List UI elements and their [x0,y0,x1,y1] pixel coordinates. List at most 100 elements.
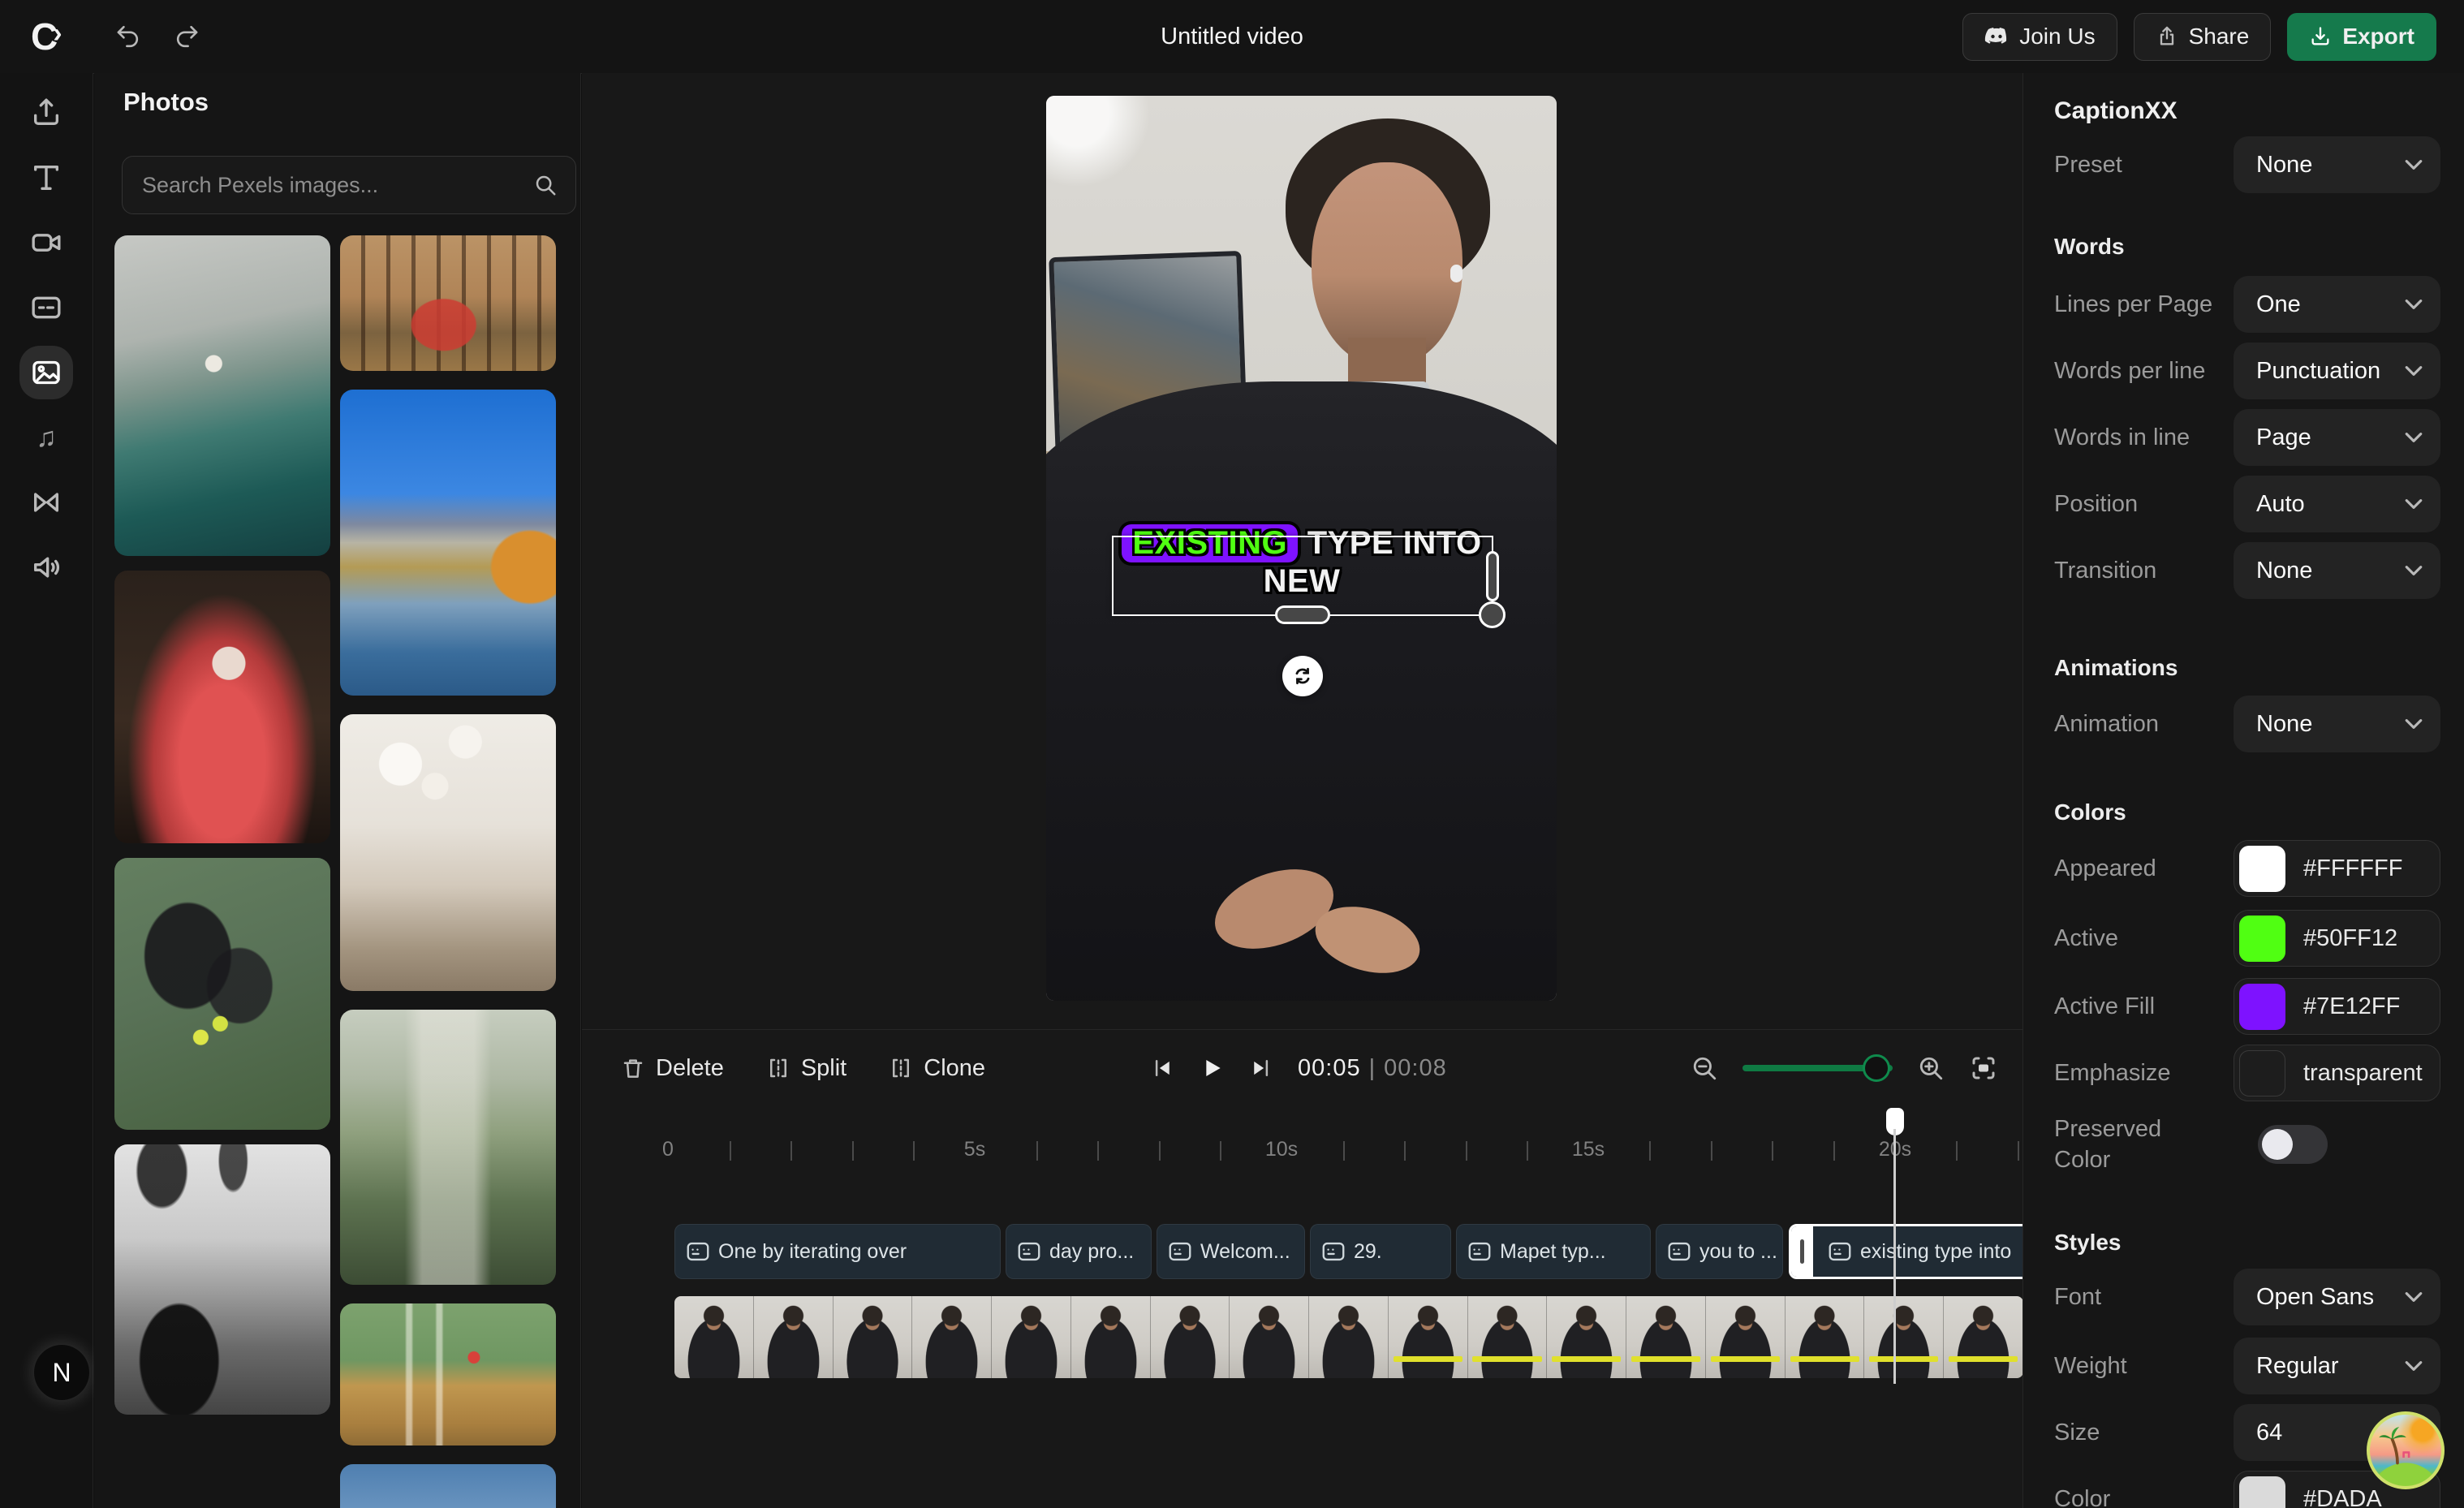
ruler-tick [2018,1141,2019,1161]
weight-dropdown[interactable]: Regular [2234,1338,2440,1394]
photo-thumbnail[interactable] [340,235,556,371]
caption-clip[interactable]: 29. [1310,1224,1451,1279]
caption-clip[interactable]: Welcom... [1157,1224,1305,1279]
photo-thumbnail[interactable] [114,858,330,1130]
words-per-line-dropdown[interactable]: Punctuation [2234,343,2440,399]
active-color-swatch[interactable] [2239,916,2285,962]
photos-panel: Photos [94,73,581,1508]
rail-item-music[interactable]: ♫ [28,420,64,455]
caption-clip-label: day pro... [1049,1240,1134,1264]
caption-clip-selected[interactable]: existing type into [1789,1224,2022,1279]
photo-thumbnail[interactable] [114,235,330,556]
photo-thumbnail[interactable] [340,1464,556,1508]
lines-per-page-dropdown[interactable]: One [2234,276,2440,333]
resize-handle-corner[interactable] [1479,601,1506,628]
timeline-zoom-slider[interactable] [1742,1065,1893,1071]
zoom-out-button[interactable] [1691,1054,1718,1082]
trim-handle-left[interactable] [1791,1226,1813,1277]
video-track-filmstrip[interactable] [674,1296,2022,1378]
caption-clip-icon [1169,1242,1191,1261]
photo-thumbnail[interactable] [340,1010,556,1285]
music-icon: ♫ [36,424,57,451]
preset-dropdown[interactable]: None [2234,136,2440,193]
photo-thumbnail[interactable] [340,714,556,991]
video-preview[interactable]: EXISTING TYPE INTO NEW [1046,96,1557,1001]
caption-clip[interactable]: you to ... [1656,1224,1783,1279]
resize-handle-right[interactable] [1486,551,1499,601]
active-color-label: Active [2054,925,2118,952]
position-dropdown[interactable]: Auto [2234,476,2440,532]
active-fill-color-picker[interactable]: #7E12FF [2234,978,2440,1035]
rail-item-upload[interactable] [28,95,64,131]
photo-thumbnail[interactable] [114,1144,330,1415]
photo-thumbnail[interactable] [114,571,330,843]
captions-icon [30,291,62,324]
animation-label: Animation [2054,711,2159,738]
zoom-in-button[interactable] [1917,1054,1945,1082]
caption-clip[interactable]: day pro... [1006,1224,1152,1279]
search-box[interactable] [122,156,576,214]
active-color-picker[interactable]: #50FF12 [2234,910,2440,967]
rail-item-video[interactable] [28,225,64,261]
photo-thumbnail[interactable] [340,390,556,696]
words-in-line-dropdown[interactable]: Page [2234,409,2440,466]
skip-end-button[interactable] [1249,1056,1273,1080]
island-sticker[interactable] [2367,1411,2445,1489]
transition-icon [30,486,62,519]
chevron-down-icon [2405,718,2423,730]
ruler-tick [790,1141,792,1161]
rotate-handle[interactable] [1282,656,1323,696]
preserved-color-toggle[interactable] [2258,1125,2328,1164]
colors-section-header: Colors [2054,799,2126,825]
font-dropdown[interactable]: Open Sans [2234,1269,2440,1325]
caption-clip[interactable]: Mapet typ... [1456,1224,1651,1279]
filmstrip-frame [1944,1296,2022,1378]
zoom-slider-knob[interactable] [1863,1054,1890,1082]
active-fill-color-swatch[interactable] [2239,984,2285,1030]
text-color-swatch[interactable] [2239,1476,2285,1508]
top-bar-actions: Join Us Share Export [1962,0,2436,73]
rail-item-text[interactable] [28,160,64,196]
animation-dropdown[interactable]: None [2234,696,2440,752]
rail-item-transitions[interactable] [28,485,64,520]
fit-view-button[interactable] [1969,1053,1998,1083]
caption-selection-box[interactable] [1112,536,1493,616]
skip-start-button[interactable] [1150,1056,1174,1080]
ruler-tick [1649,1141,1651,1161]
filmstrip-frame [1151,1296,1230,1378]
user-avatar[interactable]: N [34,1345,89,1400]
clone-icon [889,1056,913,1080]
emphasize-color-swatch[interactable] [2239,1050,2285,1097]
caption-clip[interactable]: One by iterating over [674,1224,1001,1279]
resize-handle-bottom[interactable] [1275,605,1330,624]
emphasize-color-picker[interactable]: transparent [2234,1045,2440,1101]
split-label: Split [801,1055,846,1082]
join-us-button[interactable]: Join Us [1962,13,2117,61]
transition-dropdown[interactable]: None [2234,542,2440,599]
frame-caption-line [1394,1356,1462,1362]
appeared-color-swatch[interactable] [2239,846,2285,892]
rail-item-captions[interactable] [28,290,64,325]
ruler-tick [1159,1141,1161,1161]
timeline-ruler[interactable]: 05s10s15s20s [582,1128,2022,1174]
rail-item-photos[interactable] [28,355,64,390]
export-label: Export [2342,24,2414,50]
share-button[interactable]: Share [2134,13,2272,61]
export-button[interactable]: Export [2287,13,2436,61]
redo-button[interactable] [163,14,209,59]
appeared-color-picker[interactable]: #FFFFFF [2234,840,2440,897]
avatar-initial: N [52,1358,71,1388]
filmstrip-frame [1864,1296,1944,1378]
rail-item-audio[interactable] [28,549,64,585]
preset-label: Preset [2054,152,2122,179]
delete-button[interactable]: Delete [621,1055,724,1082]
play-button[interactable] [1199,1055,1225,1081]
undo-button[interactable] [106,14,152,59]
search-input[interactable] [123,173,533,198]
active-fill-color-label: Active Fill [2054,993,2155,1020]
photo-thumbnail[interactable] [340,1303,556,1446]
split-button[interactable]: Split [766,1055,846,1082]
clone-button[interactable]: Clone [889,1055,985,1082]
frame-caption-line [1711,1356,1780,1362]
person-face [1312,162,1462,367]
